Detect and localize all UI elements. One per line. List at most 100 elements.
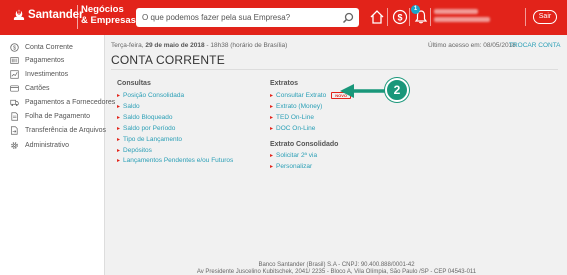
annotation-step-badge: 2 [385,78,409,102]
card-icon [10,84,19,92]
link-doc-online[interactable]: ▸ DOC On-Line [270,125,315,132]
link-saldo-bloqueado[interactable]: ▸ Saldo Bloqueado [117,114,173,121]
sidebar-item-pagamentos-fornecedores[interactable]: Pagamentos a Fornecedores [10,96,115,108]
sidebar-item-label: Folha de Pagamento [25,112,90,120]
santander-logo[interactable]: Santander [13,9,83,21]
sidebar-item-administrativo[interactable]: Administrativo [10,139,69,151]
sidebar-item-transferencia-arquivos[interactable]: Transferência de Arquivos [10,124,106,136]
arrow-right-icon: ▸ [270,93,274,99]
link-lancamentos-pendentes[interactable]: ▸ Lançamentos Pendentes e/ou Futuros [117,157,233,164]
arrow-right-icon: ▸ [117,126,121,132]
arrow-right-icon: ▸ [270,115,274,121]
dollar-circle-icon: $ [10,42,19,52]
link-label: Extrato (Money) [276,103,323,110]
date-suffix: - 18h38 (horário de Brasília) [206,42,288,49]
title-divider [111,69,558,70]
logo-text: Santander [28,9,84,21]
notification-badge: 1 [411,5,420,14]
sidebar-item-conta-corrente[interactable]: $ Conta Corrente [10,41,73,53]
brand-subtitle-line2: & Empresas [81,15,136,26]
link-label: Lançamentos Pendentes e/ou Futuros [123,157,234,164]
header-divider [387,8,388,26]
link-label: Consultar Extrato [276,92,327,99]
link-solicitar-segunda-via[interactable]: ▸ Solicitar 2ª via [270,152,317,159]
arrow-right-icon: ▸ [270,104,274,110]
gear-icon [11,141,18,149]
link-label: Posição Consolidada [123,92,185,99]
date-prefix: Terça-feira, [111,42,144,49]
footer-line-1: Banco Santander (Brasil) S.A - CNPJ: 90.… [258,262,415,268]
link-label: Depósitos [123,147,152,154]
section-title-consultas: Consultas [117,80,151,87]
arrow-right-icon: ▸ [117,115,121,121]
date-bold: 29 de maio de 2018 [145,42,205,49]
header-divider [525,8,526,26]
link-label: Solicitar 2ª via [276,152,318,159]
link-personalizar[interactable]: ▸ Personalizar [270,163,312,170]
link-saldo[interactable]: ▸ Saldo [117,103,140,110]
svg-text:$: $ [13,45,16,51]
sidebar-item-label: Investimentos [25,70,69,78]
page-title: CONTA CORRENTE [111,53,225,67]
arrow-right-icon: ▸ [270,153,274,159]
search-input[interactable] [142,11,337,24]
top-header: Santander Negócios & Empresas $ 1 [0,0,567,35]
arrow-right-icon: ▸ [270,164,274,170]
link-posicao-consolidada[interactable]: ▸ Posição Consolidada [117,92,184,99]
chart-icon [10,69,19,79]
sidebar-item-cartoes[interactable]: Cartões [10,82,50,94]
user-info-blurred [434,9,494,26]
arrow-right-icon: ▸ [117,148,121,154]
exit-button[interactable]: Sair [533,10,557,24]
arrow-right-icon: ▸ [117,104,121,110]
link-label: TED On-Line [276,114,314,121]
link-label: Tipo de Lançamento [123,136,183,143]
arrow-right-icon: ▸ [270,126,274,132]
sidebar-item-label: Cartões [25,84,50,92]
section-title-extrato-consolidado: Extrato Consolidado [270,141,339,148]
link-label: Saldo Bloqueado [123,114,173,121]
arrow-right-icon: ▸ [117,158,121,164]
link-label: Personalizar [276,163,313,170]
file-transfer-icon [10,125,18,135]
link-consultar-extrato[interactable]: ▸ Consultar Extrato NOVO [270,92,352,99]
link-label: Saldo por Período [123,125,176,132]
change-account-link[interactable]: TROCAR CONTA [509,42,561,49]
supplier-icon [10,99,19,106]
arrow-right-icon: ▸ [117,137,121,143]
header-divider [409,8,410,26]
brand-subtitle-line1: Negócios [81,4,124,15]
link-extrato-money[interactable]: ▸ Extrato (Money) [270,103,322,110]
link-saldo-periodo[interactable]: ▸ Saldo por Período [117,125,175,132]
section-title-extratos: Extratos [270,80,299,87]
sidebar: $ Conta Corrente Pagamentos Investimento… [0,35,115,275]
sidebar-item-folha-pagamento[interactable]: Folha de Pagamento [10,110,90,122]
sidebar-item-label: Administrativo [25,141,69,149]
link-label: DOC On-Line [276,125,316,132]
link-label: Saldo [123,103,140,110]
footer-line-2: Av Presidente Juscelino Kubitschek, 2041… [196,269,477,275]
sidebar-item-label: Transferência de Arquivos [25,126,107,134]
sidebar-item-label: Pagamentos a Fornecedores [25,98,116,106]
sidebar-item-investimentos[interactable]: Investimentos [10,68,68,80]
arrow-right-icon: ▸ [117,93,121,99]
money-icon[interactable]: $ [392,9,408,25]
home-icon[interactable] [369,9,385,25]
sidebar-item-label: Pagamentos [25,56,65,64]
search-box [136,8,359,27]
header-divider [430,8,431,26]
link-ted-online[interactable]: ▸ TED On-Line [270,114,314,121]
barcode-icon [10,56,19,64]
main-content: Terça-feira, 29 de maio de 2018 - 18h38 … [106,35,567,275]
payroll-icon [11,111,19,121]
link-depositos[interactable]: ▸ Depósitos [117,147,152,154]
flame-icon [13,9,25,21]
date-line: Terça-feira, 29 de maio de 2018 - 18h38 … [111,42,287,49]
svg-text:$: $ [397,13,402,23]
sidebar-item-pagamentos[interactable]: Pagamentos [10,54,64,66]
last-access: Último acesso em: 08/05/2018 [428,42,516,49]
brand-divider [77,5,78,29]
link-tipo-lancamento[interactable]: ▸ Tipo de Lançamento [117,136,182,143]
sidebar-item-label: Conta Corrente [25,43,73,51]
search-icon[interactable] [342,11,354,24]
